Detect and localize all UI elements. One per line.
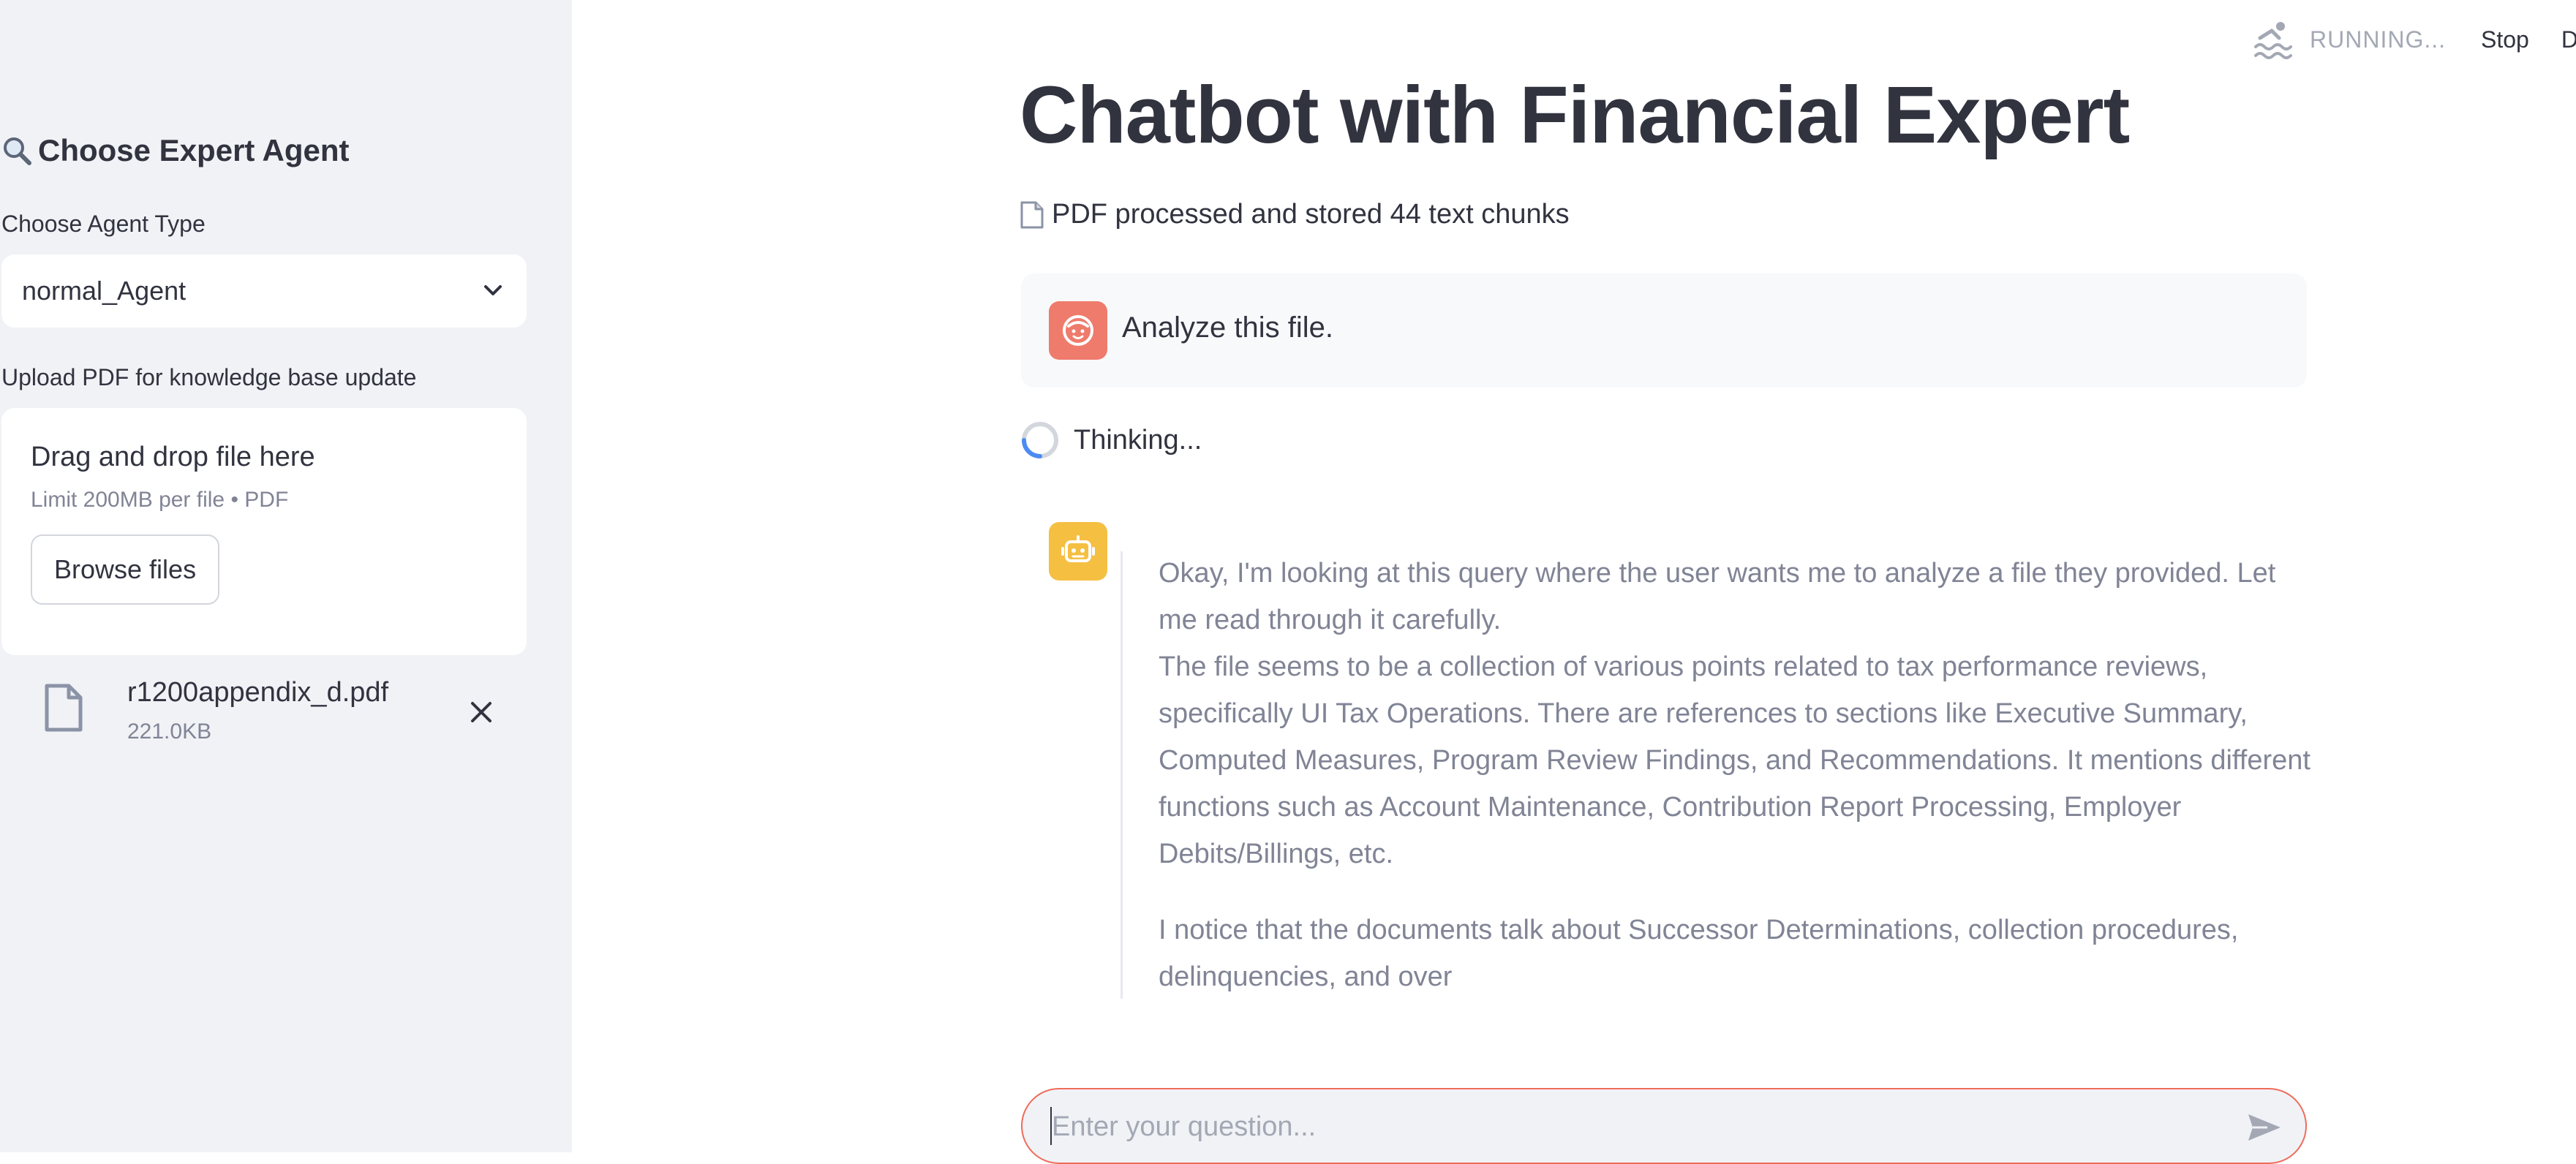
text-caret xyxy=(1050,1107,1052,1145)
upload-label: Upload PDF for knowledge base update xyxy=(1,364,417,390)
dropzone-title: Drag and drop file here xyxy=(31,442,315,472)
file-dropzone[interactable]: Drag and drop file here Limit 200MB per … xyxy=(1,408,527,655)
browse-files-button[interactable]: Browse files xyxy=(31,534,220,605)
close-icon[interactable] xyxy=(467,698,496,727)
chat-input[interactable] xyxy=(1050,1106,2209,1148)
chat-input-container xyxy=(1021,1088,2307,1164)
sidebar: Choose Expert Agent Choose Agent Type no… xyxy=(0,0,572,1152)
file-icon xyxy=(45,684,83,732)
assistant-message-rule xyxy=(1121,551,1123,999)
sidebar-title-text: Choose Expert Agent xyxy=(38,133,350,167)
chevron-down-icon xyxy=(484,285,502,295)
thinking-indicator: Thinking... xyxy=(1020,420,1202,461)
document-icon xyxy=(1020,201,1044,228)
agent-type-select[interactable]: normal_Agent xyxy=(1,254,527,328)
deploy-button[interactable]: D xyxy=(2561,26,2576,53)
uploaded-file-name: r1200appendix_d.pdf xyxy=(127,677,389,708)
assistant-avatar xyxy=(1049,522,1107,581)
running-status-text: RUNNING... xyxy=(2310,26,2446,53)
user-face-icon xyxy=(1063,315,1093,346)
swimmer-icon xyxy=(2254,22,2292,59)
robot-icon xyxy=(1061,535,1095,562)
send-icon[interactable] xyxy=(2245,1108,2283,1146)
uploaded-file-item: r1200appendix_d.pdf 221.0KB xyxy=(29,673,505,753)
magnifier-icon xyxy=(4,137,31,165)
agent-type-label: Choose Agent Type xyxy=(1,211,206,237)
user-message-text: Analyze this file. xyxy=(1122,311,1334,344)
user-message: Analyze this file. xyxy=(1021,273,2307,388)
spinner-icon xyxy=(1022,422,1058,458)
stop-button[interactable]: Stop xyxy=(2481,26,2529,53)
assistant-paragraph: I notice that the documents talk about S… xyxy=(1159,915,2239,992)
sidebar-title: Choose Expert Agent xyxy=(1,133,350,168)
page-title: Chatbot with Financial Expert xyxy=(1020,70,2130,160)
dropzone-limit: Limit 200MB per file • PDF xyxy=(31,488,289,512)
assistant-paragraph: Okay, I'm looking at this query where th… xyxy=(1159,558,2276,635)
agent-type-value: normal_Agent xyxy=(22,276,187,306)
uploaded-file-size: 221.0KB xyxy=(127,719,212,744)
pdf-processed-text: PDF processed and stored 44 text chunks xyxy=(1052,199,1570,230)
run-status-bar: RUNNING... Stop D xyxy=(2253,19,2576,60)
assistant-message: Okay, I'm looking at this query where th… xyxy=(1159,550,2314,1000)
assistant-paragraph: The file seems to be a collection of var… xyxy=(1159,651,2311,869)
user-avatar xyxy=(1049,301,1107,360)
pdf-processed-message: PDF processed and stored 44 text chunks xyxy=(1020,199,1570,230)
thinking-text: Thinking... xyxy=(1074,424,1202,456)
